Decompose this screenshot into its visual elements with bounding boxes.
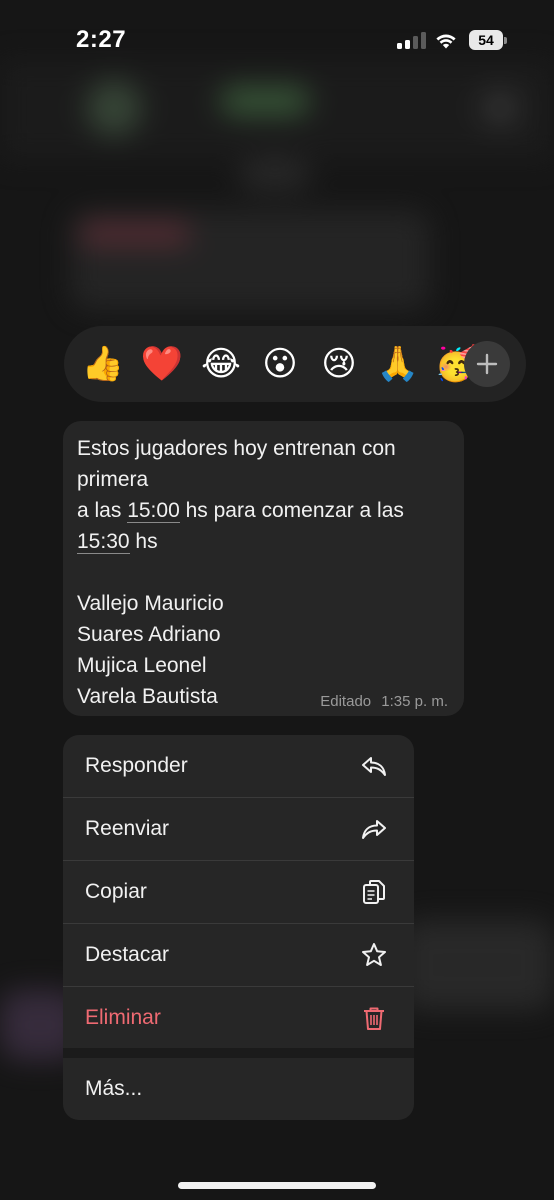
status-time: 2:27: [76, 26, 127, 53]
menu-item-star[interactable]: Destacar: [63, 924, 414, 986]
time-link[interactable]: 15:00: [127, 499, 180, 523]
message-line: primera: [77, 468, 149, 491]
message-line: a las 15:00 hs para comenzar a las: [77, 499, 404, 523]
tears-of-joy-icon[interactable]: 😂: [199, 342, 243, 386]
menu-item-label: Eliminar: [85, 1006, 161, 1029]
message-line: Estos jugadores hoy entrenan con: [77, 437, 396, 460]
crying-face-icon[interactable]: 😢: [317, 342, 361, 386]
player-name: Mujica Leonel: [77, 654, 207, 677]
folded-hands-icon[interactable]: 🙏: [376, 342, 420, 386]
copy-icon: [363, 880, 385, 904]
message-meta: Editado 1:35 p. m.: [314, 693, 448, 710]
menu-item-label: Destacar: [85, 943, 170, 966]
message-text: Estos jugadores hoy entrenan con primera…: [77, 433, 457, 712]
reply-icon: [362, 757, 386, 776]
menu-item-reply[interactable]: Responder: [63, 735, 414, 797]
status-bar: 2:27 54: [0, 0, 554, 80]
battery-level: 54: [469, 30, 503, 50]
plus-icon: [476, 353, 498, 375]
message-timestamp: 1:35 p. m.: [381, 693, 448, 710]
screen: 2:27 54 👍 ❤️ 😂 😮 😢 🙏 🥳 Estos jugadores h…: [0, 0, 554, 1200]
menu-item-label: Reenviar: [85, 817, 170, 840]
message-line: 15:30 hs: [77, 530, 158, 554]
forward-icon: [362, 820, 386, 839]
more-reactions-button[interactable]: [464, 341, 510, 387]
menu-item-label: Copiar: [85, 880, 147, 903]
edited-label: Editado: [320, 693, 372, 710]
battery-indicator: 54: [469, 30, 507, 50]
cellular-signal-icon: [397, 31, 427, 49]
player-name: Suares Adriano: [77, 623, 221, 646]
menu-item-delete[interactable]: Eliminar: [63, 987, 414, 1049]
thumbs-up-icon[interactable]: 👍: [81, 342, 125, 386]
home-indicator[interactable]: [178, 1182, 376, 1189]
menu-item-label: Responder: [85, 754, 188, 777]
wifi-icon: [436, 34, 456, 49]
player-name: Vallejo Mauricio: [77, 592, 224, 615]
reaction-bar: 👍 ❤️ 😂 😮 😢 🙏 🥳: [64, 326, 526, 402]
heart-icon[interactable]: ❤️: [140, 342, 184, 386]
menu-item-forward[interactable]: Reenviar: [63, 798, 414, 860]
message-bubble[interactable]: Estos jugadores hoy entrenan con primera…: [63, 421, 464, 716]
menu-item-label: Más...: [85, 1077, 143, 1100]
menu-item-copy[interactable]: Copiar: [63, 861, 414, 923]
trash-icon: [364, 1007, 384, 1030]
time-link[interactable]: 15:30: [77, 530, 130, 554]
star-icon: [362, 943, 386, 966]
menu-item-more[interactable]: Más...: [63, 1058, 414, 1120]
context-menu: Responder Reenviar Copiar Destacar Elimi…: [63, 735, 414, 1120]
surprised-face-icon[interactable]: 😮: [258, 342, 302, 386]
